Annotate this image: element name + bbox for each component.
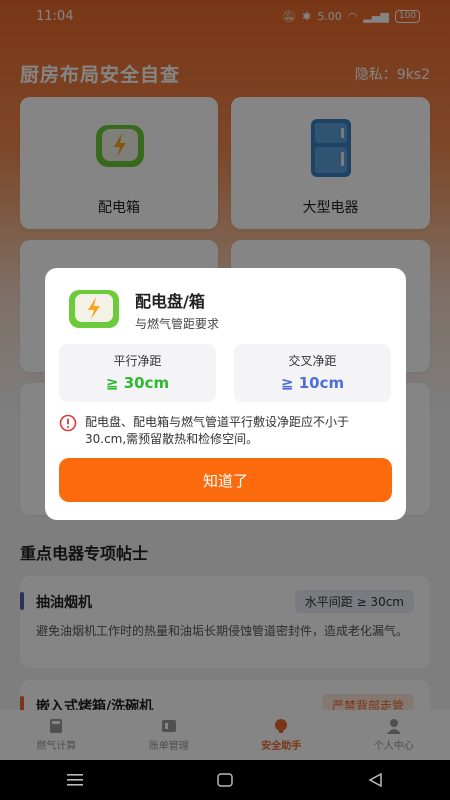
electric-box-icon (69, 290, 119, 328)
warning-text: 配电盘、配电箱与燃气管道平行敷设净距应不小于30.cm,需预留散热和检修空间。 (85, 415, 350, 446)
cross-distance-box: 交叉净距 ≧ 10cm (234, 344, 391, 402)
modal-title: 配电盘/箱 (135, 292, 205, 311)
cross-label: 交叉净距 (288, 354, 337, 368)
got-it-button[interactable]: 知道了 (59, 458, 392, 502)
modal-dialog: 配电盘/箱 与燃气管距要求 平行净距 ≧ 30cm 交叉净距 ≧ 10cm 配电… (45, 268, 406, 520)
modal-subtitle: 与燃气管距要求 (135, 317, 220, 331)
parallel-label: 平行净距 (113, 354, 162, 368)
parallel-value: ≧ 30cm (105, 374, 170, 392)
cross-value: ≧ 10cm (280, 374, 345, 392)
system-navigation-bar (0, 760, 450, 800)
warning-icon (59, 414, 77, 432)
menu-icon[interactable] (55, 765, 95, 795)
home-icon[interactable] (205, 765, 245, 795)
back-icon[interactable] (355, 765, 395, 795)
parallel-distance-box: 平行净距 ≧ 30cm (59, 344, 216, 402)
